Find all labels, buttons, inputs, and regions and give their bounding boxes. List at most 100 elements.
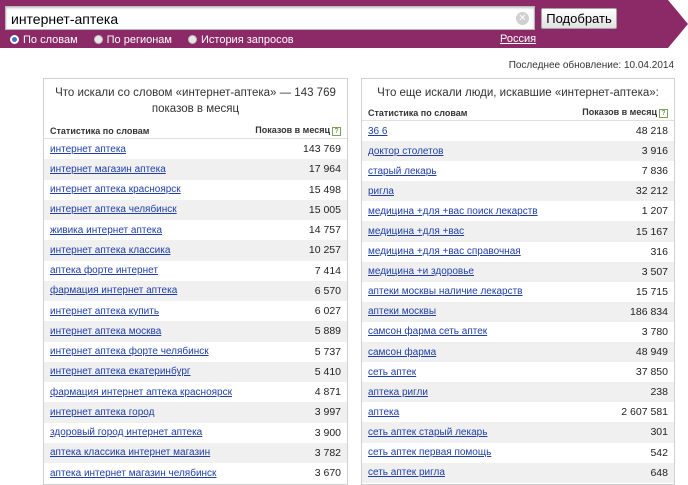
phrase-link[interactable]: самсон фарма сеть аптек xyxy=(368,326,487,337)
phrase-link[interactable]: фармация интернет аптека xyxy=(50,285,177,296)
left-column-header: Статистика по словам Показов в месяц? xyxy=(44,123,347,139)
phrase-link[interactable]: сеть аптек старый лекарь xyxy=(368,427,487,438)
impressions-count: 37 850 xyxy=(635,366,668,379)
left-rows: интернет аптека 143 769 интернет магазин а… xyxy=(44,139,347,483)
search-box[interactable]: ✕ xyxy=(5,6,535,30)
phrase-link[interactable]: фармация интернет аптека красноярск xyxy=(50,387,232,398)
search-input[interactable] xyxy=(11,10,511,27)
phrase-link[interactable]: интернет аптека классика xyxy=(50,245,170,256)
submit-button[interactable]: Подобрать xyxy=(541,8,617,29)
left-panel: Что искали со словом «интернет-аптека» —… xyxy=(43,78,348,485)
table-row: сеть аптек первая помощь 542 xyxy=(362,443,674,463)
phrase-link[interactable]: аптеки москвы наличие лекарств xyxy=(368,286,522,297)
impressions-count: 7 414 xyxy=(314,264,341,277)
phrase-link[interactable]: сеть аптек xyxy=(368,367,416,378)
impressions-count: 15 167 xyxy=(635,225,668,238)
impressions-count: 17 964 xyxy=(308,163,341,176)
phrase-link[interactable]: сеть аптек первая помощь xyxy=(368,447,491,458)
phrase-link[interactable]: аптеки москвы xyxy=(368,306,436,317)
phrase-link[interactable]: интернет аптека москва xyxy=(50,326,161,337)
radio-unselected-icon[interactable] xyxy=(188,35,197,44)
phrase-link[interactable]: ригла xyxy=(368,186,394,197)
table-row: старый лекарь 7 836 xyxy=(362,161,674,181)
table-row: самсон фарма сеть аптек 3 780 xyxy=(362,322,674,342)
impressions-count: 14 757 xyxy=(308,224,341,237)
phrase-link[interactable]: живика интернет аптека xyxy=(50,225,162,236)
header-arrow xyxy=(668,0,688,48)
table-row: сеть аптек старый лекарь 301 xyxy=(362,422,674,443)
phrase-link[interactable]: самсон фарма xyxy=(368,347,436,358)
table-row: аптека интернет магазин челябинск 3 670 xyxy=(44,463,347,483)
phrase-link[interactable]: аптека интернет магазин челябинск xyxy=(50,468,216,479)
radio-selected-icon[interactable] xyxy=(10,35,19,44)
mode-label: По регионам xyxy=(106,33,172,46)
help-icon[interactable]: ? xyxy=(659,109,668,118)
table-row: аптеки москвы 186 834 xyxy=(362,301,674,322)
phrase-link[interactable]: интернет аптека форте челябинск xyxy=(50,346,209,357)
impressions-count: 2 607 581 xyxy=(621,406,668,419)
column-phrase-header: Статистика по словам xyxy=(368,107,468,118)
impressions-count: 3 900 xyxy=(314,426,341,439)
table-row: аптека форте интернет 7 414 xyxy=(44,261,347,281)
table-row: живика интернет аптека 14 757 xyxy=(44,220,347,240)
impressions-count: 143 769 xyxy=(303,143,341,156)
table-row: аптека классика интернет магазин 3 782 xyxy=(44,442,347,463)
phrase-link[interactable]: интернет аптека город xyxy=(50,407,154,418)
impressions-count: 3 997 xyxy=(314,406,341,419)
impressions-count: 3 670 xyxy=(314,467,341,480)
column-count-header: Показов в месяц? xyxy=(582,107,668,118)
impressions-count: 6 570 xyxy=(314,284,341,297)
phrase-link[interactable]: аптека xyxy=(368,407,399,418)
phrase-link[interactable]: аптека ригли xyxy=(368,387,428,398)
phrase-link[interactable]: медицина +и здоровье xyxy=(368,266,474,277)
table-row: сеть аптек 37 850 xyxy=(362,362,674,382)
column-count-header: Показов в месяц? xyxy=(255,125,341,136)
table-row: медицина +для +вас поиск лекарств 1 207 xyxy=(362,201,674,221)
column-phrase-header: Статистика по словам xyxy=(50,125,150,136)
mode-history[interactable]: История запросов xyxy=(188,34,294,46)
table-row: доктор столетов 3 916 xyxy=(362,141,674,162)
phrase-link[interactable]: интернет аптека екатеринбург xyxy=(50,366,191,377)
phrase-link[interactable]: интернет аптека купить xyxy=(50,306,159,317)
table-row: ригла 32 212 xyxy=(362,181,674,202)
table-row: здоровый город интернет аптека 3 900 xyxy=(44,423,347,443)
impressions-count: 7 836 xyxy=(641,165,668,178)
phrase-link[interactable]: интернет аптека челябинск xyxy=(50,204,177,215)
impressions-count: 648 xyxy=(650,466,668,479)
impressions-count: 48 218 xyxy=(635,125,668,138)
mode-by-regions[interactable]: По регионам xyxy=(93,33,172,46)
mode-label: По словам xyxy=(23,33,78,46)
impressions-count: 238 xyxy=(650,386,668,399)
last-updated: Последнее обновление: 10.04.2014 xyxy=(508,60,674,71)
phrase-link[interactable]: сеть аптек ригла xyxy=(368,467,445,478)
help-icon[interactable]: ? xyxy=(332,127,341,136)
phrase-link[interactable]: интернет магазин аптека xyxy=(50,164,166,175)
radio-unselected-icon[interactable] xyxy=(93,35,103,44)
phrase-link[interactable]: здоровый город интернет аптека xyxy=(50,427,202,438)
phrase-link[interactable]: старый лекарь xyxy=(368,166,436,177)
impressions-count: 542 xyxy=(650,446,668,459)
impressions-count: 10 257 xyxy=(308,244,341,257)
phrase-link[interactable]: аптека форте интернет xyxy=(50,265,158,276)
impressions-count: 15 498 xyxy=(308,183,341,196)
impressions-count: 4 871 xyxy=(314,386,341,399)
phrase-link[interactable]: доктор столетов xyxy=(368,146,443,157)
table-row: фармация интернет аптека 6 570 xyxy=(44,280,347,301)
phrase-link[interactable]: 36 6 xyxy=(368,126,387,137)
impressions-count: 15 005 xyxy=(308,203,341,216)
impressions-count: 3 782 xyxy=(314,446,341,459)
table-row: интернет аптека москва 5 889 xyxy=(44,321,347,342)
table-row: интернет магазин аптека 17 964 xyxy=(44,159,347,180)
impressions-count: 5 737 xyxy=(314,345,341,358)
impressions-count: 6 027 xyxy=(314,305,341,318)
impressions-count: 32 212 xyxy=(635,185,668,198)
phrase-link[interactable]: медицина +для +вас поиск лекарств xyxy=(368,206,538,217)
mode-by-words[interactable]: По словам xyxy=(10,34,78,46)
phrase-link[interactable]: медицина +для +вас xyxy=(368,226,464,237)
phrase-link[interactable]: медицина +для +вас справочная xyxy=(368,246,521,257)
phrase-link[interactable]: интернет аптека xyxy=(50,144,126,155)
phrase-link[interactable]: интернет аптека красноярск xyxy=(50,184,181,195)
phrase-link[interactable]: аптека классика интернет магазин xyxy=(50,447,210,458)
region-link[interactable]: Россия xyxy=(500,33,536,45)
clear-icon[interactable]: ✕ xyxy=(516,12,529,25)
